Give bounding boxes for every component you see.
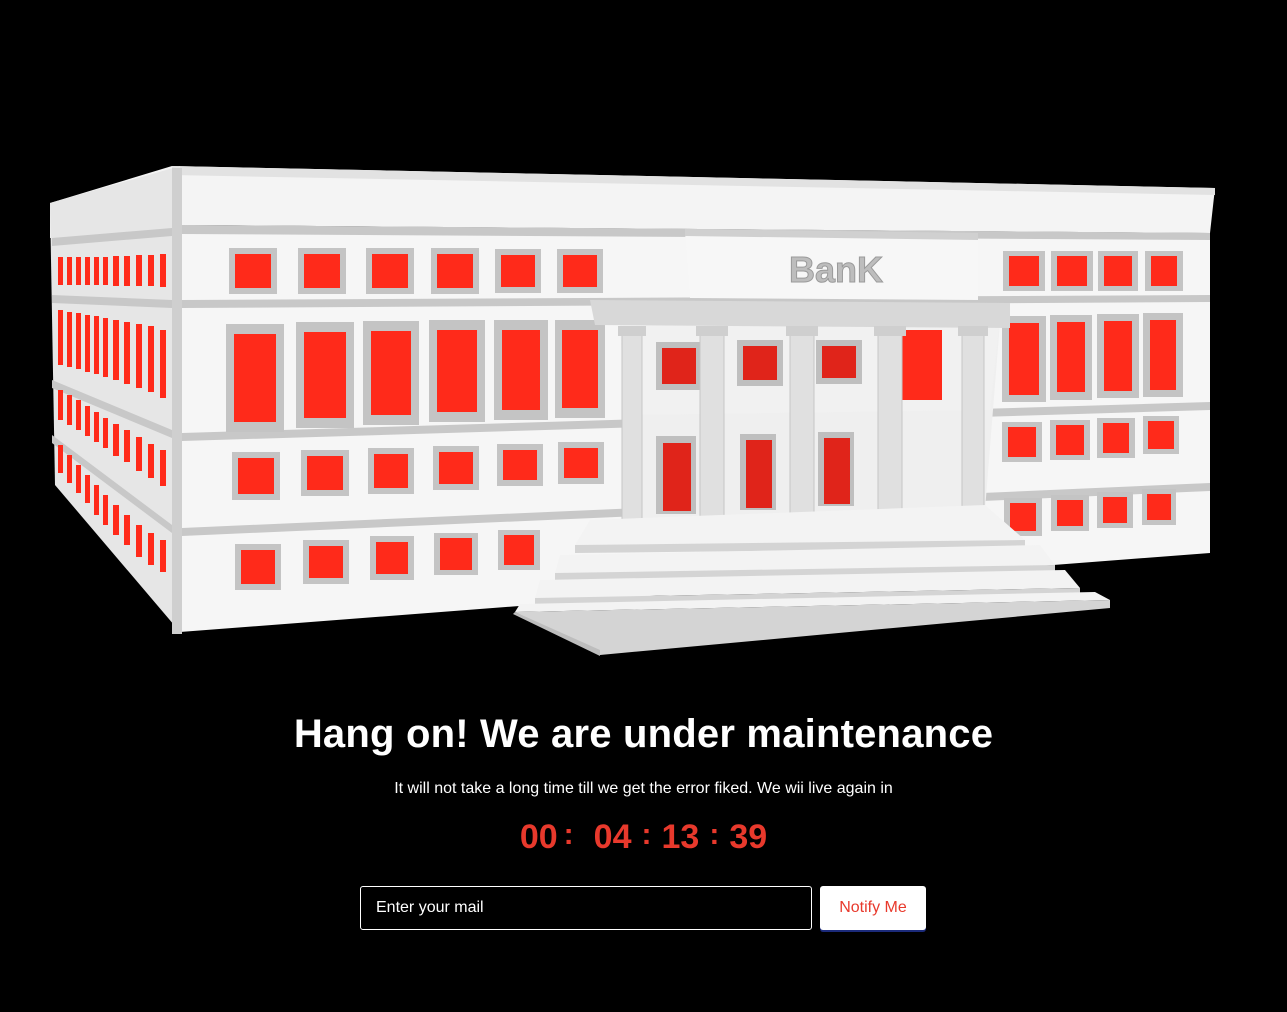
bank-building-illustration: BanK [50,166,1215,656]
countdown-separator: : [641,817,652,851]
countdown-timer: 00 : 04 : 13 : 39 [0,818,1287,857]
page-title: Hang on! We are under maintenance [293,712,994,756]
countdown-hours: 04 [593,818,632,856]
notify-me-button[interactable]: Notify Me [820,886,926,930]
maintenance-page: BanK Hang on! We are under maintenance I… [0,0,1287,1012]
email-input[interactable] [360,886,812,930]
countdown-days: 00 [519,818,558,856]
countdown-minutes: 13 [661,818,700,856]
countdown-separator: : [709,817,720,851]
countdown-separator: : [563,817,574,851]
bank-sign: BanK [789,249,883,290]
countdown-seconds: 39 [729,818,768,856]
notify-form: Notify Me [360,886,926,930]
maintenance-subtitle: It will not take a long time till we get… [394,780,893,797]
